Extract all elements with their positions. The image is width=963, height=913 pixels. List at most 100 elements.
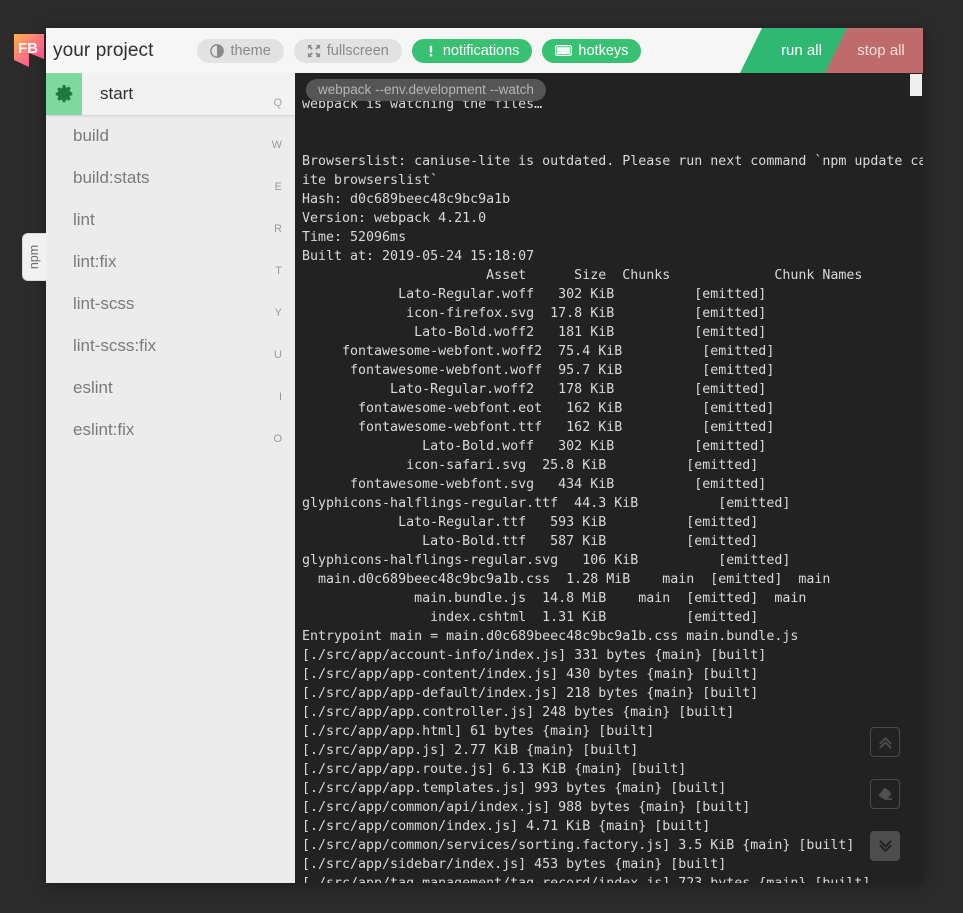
terminal-line: fontawesome-webfont.svg 434 KiB [emitted… xyxy=(302,477,767,492)
terminal-line: glyphicons-halflings-regular.svg 106 KiB… xyxy=(302,553,791,568)
scroll-to-bottom-button[interactable] xyxy=(870,831,900,861)
fullscreen-button-label: fullscreen xyxy=(326,42,389,59)
notifications-button[interactable]: notifications xyxy=(411,38,533,63)
clear-console-button[interactable] xyxy=(870,779,900,809)
sidebar-task-hotkey: Q xyxy=(273,97,282,109)
sidebar-task-build[interactable]: build W xyxy=(46,115,295,157)
terminal-output: webpack is watching the files… Browsersli… xyxy=(295,73,923,883)
sidebar-task-lint-fix[interactable]: lint:fix T xyxy=(46,241,295,283)
keyboard-icon xyxy=(555,44,573,57)
side-tab-label: npm xyxy=(27,244,42,270)
expand-icon xyxy=(307,44,321,58)
fb-logo-icon: FB xyxy=(8,30,52,72)
terminal-line: [./src/app/app.html] 61 bytes {main} [bu… xyxy=(302,724,655,739)
terminal-panel: webpack --env.development --watch webpac… xyxy=(295,73,923,883)
terminal-line: fontawesome-webfont.eot 162 KiB [emitted… xyxy=(302,401,775,416)
sidebar-task-hotkey: W xyxy=(271,139,282,151)
hotkeys-button[interactable]: hotkeys xyxy=(542,38,642,63)
terminal-line: index.cshtml 1.31 KiB [emitted] xyxy=(302,610,759,625)
app-window: FB your project theme fullscreen notific… xyxy=(14,28,923,883)
header-button-group: theme fullscreen notifications hotkeys xyxy=(197,38,642,63)
terminal-line: Lato-Bold.woff 302 KiB [emitted] xyxy=(302,439,767,454)
sidebar-task-build-stats[interactable]: build:stats E xyxy=(46,157,295,199)
sidebar-task-label: build xyxy=(73,126,109,145)
terminal-line: fontawesome-webfont.woff 95.7 KiB [emitt… xyxy=(302,363,775,378)
terminal-line: Entrypoint main = main.d0c689beec48c9bc9… xyxy=(302,629,799,644)
terminal-line: [./src/app/account-info/index.js] 331 by… xyxy=(302,648,767,663)
sidebar-task-lint[interactable]: lint R xyxy=(46,199,295,241)
app-body: npm start Qbuild Wbuild:stats Elint Rlint:fi… xyxy=(22,73,923,883)
terminal-line: Lato-Regular.woff2 178 KiB [emitted] xyxy=(302,382,767,397)
header-actions: run all stop all xyxy=(740,28,923,73)
terminal-line: [./src/app/app.controller.js] 248 bytes … xyxy=(302,705,735,720)
terminal-line: ite browserslist` xyxy=(302,173,439,188)
app-header: FB your project theme fullscreen notific… xyxy=(14,28,923,73)
sidebar-task-start[interactable]: start Q xyxy=(46,73,295,115)
terminal-line: [./src/app/app.templates.js] 993 bytes {… xyxy=(302,781,727,796)
side-tab-npm[interactable]: npm xyxy=(22,233,46,281)
terminal-scrollbar[interactable] xyxy=(910,73,923,883)
sidebar-task-hotkey: R xyxy=(274,223,282,235)
sidebar-task-label: eslint:fix xyxy=(73,420,135,439)
theme-button[interactable]: theme xyxy=(197,38,284,63)
sidebar-task-eslint-fix[interactable]: eslint:fix O xyxy=(46,409,295,451)
sidebar-task-eslint[interactable]: eslint I xyxy=(46,367,295,409)
sidebar-task-label: lint:fix xyxy=(73,252,117,271)
sidebar-task-hotkey: U xyxy=(274,349,282,361)
terminal-line: Browserslist: caniuse-lite is outdated. … xyxy=(302,154,923,169)
sidebar-task-label: eslint xyxy=(73,378,113,397)
sidebar-task-lint-scss[interactable]: lint-scss Y xyxy=(46,283,295,325)
terminal-line: Asset Size Chunks Chunk Names xyxy=(302,268,863,283)
terminal-line: Lato-Bold.woff2 181 KiB [emitted] xyxy=(302,325,767,340)
fullscreen-button[interactable]: fullscreen xyxy=(293,38,402,63)
gear-icon xyxy=(46,73,82,115)
terminal-line: [./src/app/app-content/index.js] 430 byt… xyxy=(302,667,759,682)
notifications-button-label: notifications xyxy=(442,42,520,59)
contrast-icon xyxy=(210,43,225,58)
terminal-line: fontawesome-webfont.woff2 75.4 KiB [emit… xyxy=(302,344,775,359)
terminal-line: [./src/app/tag-management/tag-record/ind… xyxy=(302,874,923,883)
sidebar-task-hotkey: I xyxy=(278,391,282,403)
terminal-tool-buttons xyxy=(870,727,900,861)
hotkeys-button-label: hotkeys xyxy=(578,42,629,59)
sidebar-task-label: lint-scss:fix xyxy=(73,336,157,355)
terminal-line: Lato-Bold.ttf 587 KiB [emitted] xyxy=(302,534,759,549)
terminal-line: [./src/app/common/api/index.js] 988 byte… xyxy=(302,800,751,815)
terminal-line: main.bundle.js 14.8 MiB main [emitted] m… xyxy=(302,591,807,606)
terminal-line: glyphicons-halflings-regular.ttf 44.3 Ki… xyxy=(302,496,791,511)
terminal-line: Version: webpack 4.21.0 xyxy=(302,211,487,226)
terminal-line: [./src/app/sidebar/index.js] 453 bytes {… xyxy=(302,857,727,872)
sidebar-task-lint-scss-fix[interactable]: lint-scss:fix U xyxy=(46,325,295,367)
exclamation-icon xyxy=(425,44,437,58)
sidebar-task-label: lint-scss xyxy=(73,294,135,313)
terminal-line: icon-safari.svg 25.8 KiB [emitted] xyxy=(302,458,759,473)
terminal-line: [./src/app/app.route.js] 6.13 KiB {main}… xyxy=(302,762,687,777)
sidebar-task-label: build:stats xyxy=(73,168,150,187)
terminal-line: main.d0c689beec48c9bc9a1b.css 1.28 MiB m… xyxy=(302,572,831,587)
sidebar-task-hotkey: E xyxy=(274,181,282,193)
sidebar-task-hotkey: Y xyxy=(274,307,282,319)
sidebar-task-label: start xyxy=(100,84,134,103)
task-sidebar: start Qbuild Wbuild:stats Elint Rlint:fix Tli… xyxy=(46,73,295,883)
terminal-line: [./src/app/common/services/sorting.facto… xyxy=(302,838,855,853)
terminal-line: Lato-Regular.woff 302 KiB [emitted] xyxy=(302,287,767,302)
terminal-line: fontawesome-webfont.ttf 162 KiB [emitted… xyxy=(302,420,775,435)
terminal-line: [./src/app/app.js] 2.77 KiB {main} [buil… xyxy=(302,743,639,758)
sidebar-task-hotkey: O xyxy=(273,433,282,445)
sidebar-task-label: lint xyxy=(73,210,95,229)
terminal-scrollbar-thumb[interactable] xyxy=(910,74,922,96)
theme-button-label: theme xyxy=(230,42,271,59)
terminal-line: Built at: 2019-05-24 15:18:07 xyxy=(302,249,535,264)
terminal-line: [./src/app/app-default/index.js] 218 byt… xyxy=(302,686,759,701)
terminal-line: Hash: d0c689beec48c9bc9a1b xyxy=(302,192,511,207)
terminal-line: icon-firefox.svg 17.8 KiB [emitted] xyxy=(302,306,767,321)
svg-text:FB: FB xyxy=(18,40,38,57)
sidebar-task-hotkey: T xyxy=(275,265,282,277)
command-badge: webpack --env.development --watch xyxy=(306,79,546,101)
terminal-line: [./src/app/common/index.js] 4.71 KiB {ma… xyxy=(302,819,711,834)
scroll-to-top-button[interactable] xyxy=(870,727,900,757)
terminal-line: Lato-Regular.ttf 593 KiB [emitted] xyxy=(302,515,759,530)
page-title: your project xyxy=(53,39,154,61)
